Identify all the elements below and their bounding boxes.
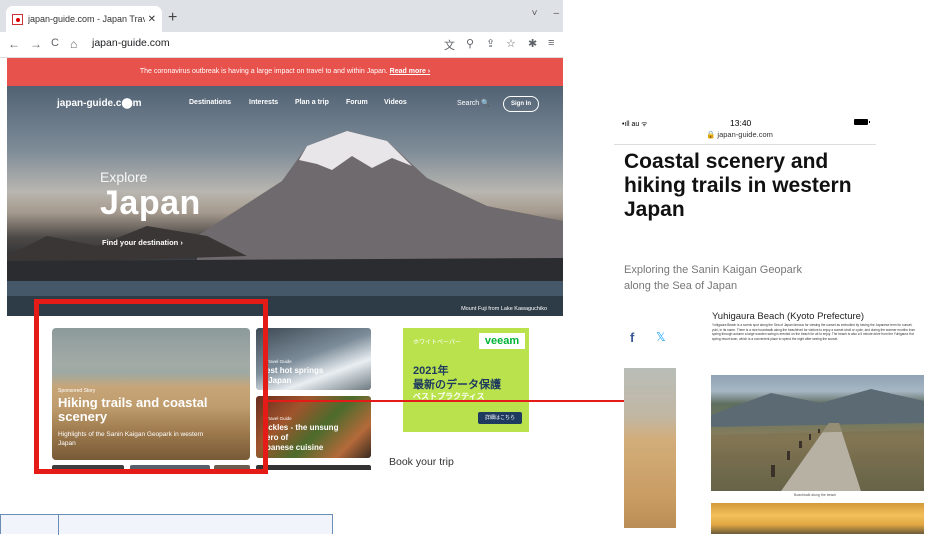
article-body: Yuhigaura Beach is a scenic spot along t… <box>712 323 916 341</box>
pickles-card[interactable]: Travel Guide ickles - the unsung ero of … <box>256 396 371 458</box>
phone-article-subtitle: Exploring the Sanin Kaigan Geopark along… <box>624 264 802 292</box>
boardwalk-photo <box>711 375 924 491</box>
site-search-button[interactable]: Search 🔍 <box>457 99 490 107</box>
notice-text: The coronavirus outbreak is having a lar… <box>139 68 388 75</box>
phone-article-image <box>624 368 676 528</box>
hero-caption: Mount Fuji from Lake Kawaguchiko <box>461 306 547 312</box>
sunset-photo <box>711 503 924 534</box>
japan-guide-site: The coronavirus outbreak is having a lar… <box>7 58 563 325</box>
ad-details-button[interactable]: 詳細はこちら <box>478 412 522 424</box>
tab-search-icon[interactable]: ˅ <box>532 8 538 19</box>
sign-in-button[interactable]: Sign In <box>503 96 539 112</box>
nav-plan-a-trip[interactable]: Plan a trip <box>295 99 329 106</box>
nav-destinations[interactable]: Destinations <box>189 99 231 106</box>
boardwalk-illustration <box>711 389 924 491</box>
battery-icon <box>854 119 870 125</box>
url-field[interactable]: japan-guide.com <box>92 37 170 49</box>
ad-line-2: 最新のデータ保護 <box>413 379 501 391</box>
share-icon[interactable]: ⇪ <box>486 37 495 50</box>
new-tab-button[interactable]: + <box>168 9 177 27</box>
photo-caption: Boardwalk along the beach <box>794 493 837 497</box>
notice-banner: The coronavirus outbreak is having a lar… <box>7 58 563 86</box>
ad-header: ホワイトペーパー veeam <box>403 328 529 354</box>
mount-fuji-illustration <box>7 131 563 316</box>
arrow-line <box>268 400 648 402</box>
phone-time: 13:40 <box>730 118 752 128</box>
browser-tab[interactable]: japan-guide.com - Japan Travel and ✕ <box>6 6 162 32</box>
star-icon[interactable]: ☆ <box>506 37 516 50</box>
hero-banner: japan-guide.c⬤m Destinations Interests P… <box>7 86 563 316</box>
browser-window: japan-guide.com - Japan Travel and ✕ + ˅… <box>0 0 563 325</box>
extensions-icon[interactable]: ✱ <box>528 37 537 50</box>
card-label: est hot springs Japan <box>266 366 324 385</box>
phone-article-title: Coastal scenery and hiking trails in wes… <box>624 150 852 221</box>
article-heading: Yuhigaura Beach (Kyoto Prefecture) <box>712 311 865 322</box>
find-destination-link[interactable]: Find your destination › <box>102 238 183 247</box>
table-fragment <box>0 514 333 535</box>
home-icon[interactable]: ⌂ <box>70 37 77 51</box>
site-nav: japan-guide.c⬤m Destinations Interests P… <box>7 94 563 114</box>
facebook-icon[interactable]: f <box>630 330 634 345</box>
window-controls: ˅ – <box>532 8 559 19</box>
phone-status-left: •ıll au ᯤ <box>622 121 648 128</box>
phone-url[interactable]: 🔒 japan-guide.com <box>706 130 773 139</box>
ad-top-label: ホワイトペーパー <box>413 340 461 346</box>
article-snippet: Yuhigaura Beach (Kyoto Prefecture) Yuhig… <box>704 309 926 534</box>
translate-icon[interactable]: 文 <box>444 37 455 53</box>
nav-interests[interactable]: Interests <box>249 99 278 106</box>
site-logo[interactable]: japan-guide.c⬤m <box>57 98 142 109</box>
veeam-ad[interactable]: ホワイトペーパー veeam 2021年 最新のデータ保護 ベストプラクティス … <box>403 328 529 432</box>
card-tag: Travel Guide <box>266 359 292 364</box>
reading-list-icon[interactable]: ≡ <box>548 37 554 49</box>
tab-strip: japan-guide.com - Japan Travel and ✕ + ˅… <box>0 0 563 32</box>
japan-flag-icon <box>12 13 23 25</box>
hero-title: Japan <box>100 184 201 222</box>
highlight-box <box>34 299 268 474</box>
nav-forum[interactable]: Forum <box>346 99 368 106</box>
back-icon[interactable]: ← <box>8 37 20 51</box>
forward-icon[interactable]: → <box>30 37 42 51</box>
card-label: ickles - the unsung ero of panese cuisin… <box>266 423 339 452</box>
table-divider <box>58 515 59 535</box>
address-bar-row: ← → C ⌂ japan-guide.com 文 ⚲ ⇪ ☆ ✱ ≡ <box>0 32 563 58</box>
notice-read-more-link[interactable]: Read more › <box>390 68 430 75</box>
tab-close-icon[interactable]: ✕ <box>148 14 156 25</box>
hero-explore: Explore <box>100 169 148 185</box>
card-tag: Travel Guide <box>266 416 292 421</box>
hot-springs-card[interactable]: Travel Guide est hot springs Japan <box>256 328 371 390</box>
card-edge <box>256 465 371 470</box>
zoom-icon[interactable]: ⚲ <box>466 37 474 50</box>
tab-title: japan-guide.com - Japan Travel and <box>28 14 145 24</box>
book-your-trip-heading: Book your trip <box>389 456 454 468</box>
phone-header-divider <box>614 144 876 145</box>
minimize-icon[interactable]: – <box>553 8 559 19</box>
nav-videos[interactable]: Videos <box>384 99 407 106</box>
veeam-logo: veeam <box>479 333 525 349</box>
twitter-icon[interactable]: 𝕏 <box>656 330 666 344</box>
reload-icon[interactable]: C <box>51 37 59 49</box>
